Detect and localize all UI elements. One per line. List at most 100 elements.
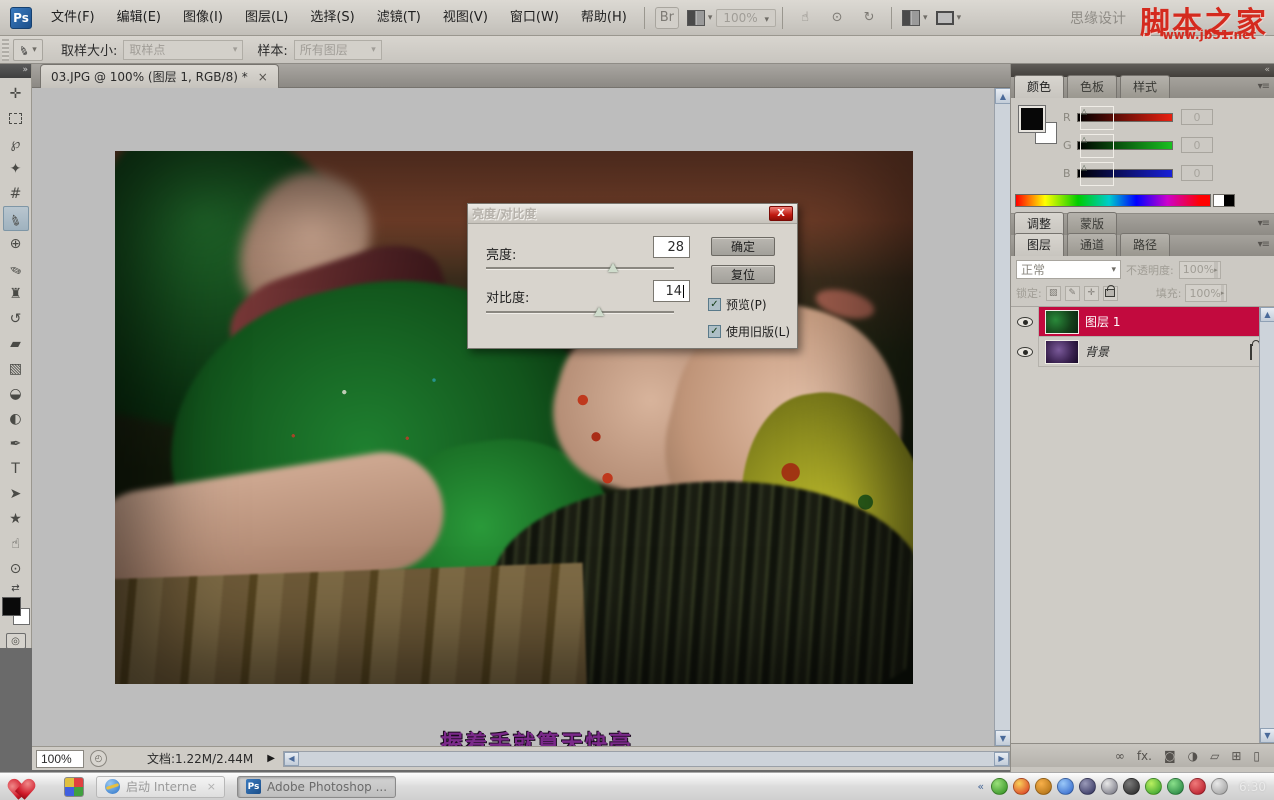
contrast-value-field[interactable]: 14 xyxy=(653,280,690,302)
menu-edit[interactable]: 编辑(E) xyxy=(106,6,172,30)
foreground-color-swatch[interactable] xyxy=(1019,106,1045,132)
tray-icon-shield[interactable] xyxy=(1167,778,1184,795)
bridge-button[interactable]: Br xyxy=(655,7,679,29)
ok-button[interactable]: 确定 xyxy=(711,237,775,256)
path-selection-tool[interactable]: ➤ xyxy=(3,481,29,506)
tray-clock-icon[interactable] xyxy=(1211,778,1228,795)
tab-adjustments[interactable]: 调整 xyxy=(1014,212,1064,235)
sample-size-select[interactable]: 取样点▾ xyxy=(123,40,243,60)
pen-tool[interactable]: ✒ xyxy=(3,431,29,456)
blur-tool[interactable]: ◒ xyxy=(3,381,29,406)
foreground-color-swatch[interactable] xyxy=(2,597,21,616)
zoom-tool[interactable]: ⊙ xyxy=(3,556,29,581)
tab-masks[interactable]: 蒙版 xyxy=(1067,212,1117,235)
color-panel-swatches[interactable] xyxy=(1019,106,1057,144)
spectrum-bw-swatches[interactable] xyxy=(1213,194,1235,207)
scroll-down-icon[interactable]: ▼ xyxy=(1260,728,1274,743)
horizontal-scrollbar[interactable]: ◀ ▶ xyxy=(283,751,1010,767)
tools-collapse-header[interactable]: » xyxy=(0,64,31,78)
green-value-field[interactable]: 0 xyxy=(1181,137,1213,153)
add-mask-icon[interactable]: ◙ xyxy=(1164,749,1176,763)
dialog-close-button[interactable]: X xyxy=(769,206,793,221)
dialog-title-bar[interactable]: 亮度/对比度 X xyxy=(468,204,797,224)
adjustment-layer-icon[interactable]: ◑ xyxy=(1188,749,1198,763)
tray-icon-qq[interactable] xyxy=(1013,778,1030,795)
brightness-slider-thumb[interactable] xyxy=(608,263,618,272)
clone-stamp-tool[interactable]: ♜ xyxy=(3,281,29,306)
zoom-level-combo[interactable]: 100% ▾ xyxy=(716,9,776,27)
tray-icon-4[interactable] xyxy=(1057,778,1074,795)
menu-window[interactable]: 窗口(W) xyxy=(499,6,570,30)
custom-shape-tool[interactable]: ★ xyxy=(3,506,29,531)
blend-mode-select[interactable]: 正常▾ xyxy=(1016,260,1121,279)
delete-layer-icon[interactable]: ▯ xyxy=(1253,749,1260,763)
menu-view[interactable]: 视图(V) xyxy=(432,6,499,30)
red-value-field[interactable]: 0 xyxy=(1181,109,1213,125)
brightness-slider[interactable] xyxy=(486,267,674,269)
status-menu-arrow[interactable]: ▶ xyxy=(267,753,275,764)
visibility-cell[interactable] xyxy=(1011,337,1039,367)
scroll-right-icon[interactable]: ▶ xyxy=(994,752,1009,766)
hand-tool-icon[interactable]: ☝ xyxy=(793,7,817,29)
status-clock-icon[interactable]: ◴ xyxy=(90,750,107,767)
type-tool[interactable]: T xyxy=(3,456,29,481)
menu-file[interactable]: 文件(F) xyxy=(40,6,106,30)
lock-position-icon[interactable]: ✛ xyxy=(1084,286,1099,301)
menu-image[interactable]: 图像(I) xyxy=(172,6,234,30)
rotate-view-icon[interactable]: ↻ xyxy=(857,7,881,29)
magic-wand-tool[interactable]: ✦ xyxy=(3,156,29,181)
rectangular-marquee-tool[interactable] xyxy=(3,106,29,131)
zoom-tool-icon[interactable]: ⊙ xyxy=(825,7,849,29)
tray-icon-1[interactable] xyxy=(991,778,1008,795)
quick-mask-button[interactable]: ◎ xyxy=(6,633,26,649)
menu-filter[interactable]: 滤镜(T) xyxy=(366,6,432,30)
lasso-tool[interactable]: ℘ xyxy=(3,131,29,156)
layer-row-background[interactable]: 背景 xyxy=(1011,337,1274,367)
tray-chevron-icon[interactable]: « xyxy=(977,780,984,793)
opacity-field[interactable]: 100%▸ xyxy=(1179,261,1221,279)
lock-transparency-icon[interactable]: ▨ xyxy=(1046,286,1061,301)
panel-menu-icon[interactable]: ▾≡ xyxy=(1258,81,1269,92)
background-layer-name[interactable]: 背景 xyxy=(1085,343,1109,360)
reset-button[interactable]: 复位 xyxy=(711,265,775,284)
eye-icon[interactable] xyxy=(1017,347,1033,357)
eyedropper-tool[interactable]: ✎ xyxy=(3,206,29,231)
brightness-value-field[interactable]: 28 xyxy=(653,236,690,258)
scroll-up-icon[interactable]: ▲ xyxy=(1260,307,1274,322)
brightness-contrast-dialog[interactable]: 亮度/对比度 X 亮度: 28 对比度: 14 确定 复位 ✓ 预览(P) ✓ … xyxy=(467,203,798,349)
preview-checkbox[interactable]: ✓ xyxy=(708,298,721,311)
document-tab[interactable]: 03.JPG @ 100% (图层 1, RGB/8) * × xyxy=(40,64,279,88)
menu-help[interactable]: 帮助(H) xyxy=(570,6,638,30)
canvas-area[interactable]: 握着手就算天快亮 像开始时那样 xyxy=(32,88,994,746)
legacy-checkbox[interactable]: ✓ xyxy=(708,325,721,338)
zoom-percent-field[interactable] xyxy=(36,750,84,768)
layer1-name[interactable]: 图层 1 xyxy=(1085,313,1120,330)
visibility-cell[interactable] xyxy=(1011,307,1039,337)
tab-layers[interactable]: 图层 xyxy=(1014,233,1064,256)
spot-healing-brush-tool[interactable]: ⊕ xyxy=(3,231,29,256)
menu-layer[interactable]: 图层(L) xyxy=(234,6,299,30)
eye-icon[interactable] xyxy=(1017,317,1033,327)
color-spectrum-ramp[interactable] xyxy=(1015,194,1211,207)
blue-value-field[interactable]: 0 xyxy=(1181,165,1213,181)
tab-channels[interactable]: 通道 xyxy=(1067,233,1117,256)
legacy-checkbox-row[interactable]: ✓ 使用旧版(L) xyxy=(708,323,790,340)
sample-layers-select[interactable]: 所有图层▾ xyxy=(294,40,382,60)
panel-menu-icon[interactable]: ▾≡ xyxy=(1258,218,1269,229)
preview-checkbox-row[interactable]: ✓ 预览(P) xyxy=(708,296,767,313)
fill-field[interactable]: 100%▸ xyxy=(1185,284,1227,302)
link-layers-icon[interactable]: ∞ xyxy=(1115,749,1125,763)
panel-menu-icon[interactable]: ▾≡ xyxy=(1258,239,1269,250)
quick-launch-icon[interactable] xyxy=(64,777,84,797)
tab-color[interactable]: 颜色 xyxy=(1014,75,1064,98)
scroll-up-icon[interactable]: ▲ xyxy=(995,88,1011,104)
layer-style-icon[interactable]: fx. xyxy=(1137,749,1152,763)
lock-all-icon[interactable] xyxy=(1103,286,1118,301)
dodge-tool[interactable]: ◐ xyxy=(3,406,29,431)
arrange-documents-icon[interactable]: ▾ xyxy=(902,7,928,29)
eyedropper-icon[interactable]: ✎▾ xyxy=(13,39,43,61)
task-photoshop[interactable]: Ps Adobe Photoshop ... xyxy=(237,776,396,798)
menu-select[interactable]: 选择(S) xyxy=(299,6,365,30)
tab-swatches[interactable]: 色板 xyxy=(1067,75,1117,98)
brush-tool[interactable]: ✏ xyxy=(3,256,29,281)
